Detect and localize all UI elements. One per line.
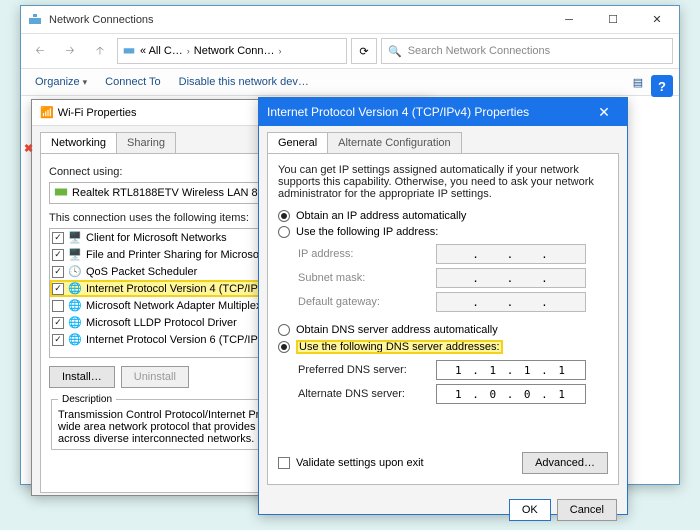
search-placeholder: Search Network Connections <box>408 45 550 57</box>
organize-menu[interactable]: Organize▾ <box>27 74 95 90</box>
validate-checkbox[interactable]: Validate settings upon exit <box>278 457 424 469</box>
chevron-right-icon: › <box>187 46 190 56</box>
tab-alternate[interactable]: Alternate Configuration <box>327 132 462 153</box>
checkbox-icon <box>278 457 290 469</box>
tabstrip: General Alternate Configuration <box>259 126 627 153</box>
tab-sharing[interactable]: Sharing <box>116 132 176 153</box>
protocol-icon: 🌐 <box>68 333 82 347</box>
checkbox[interactable]: ✓ <box>52 334 64 346</box>
radio-dns-auto[interactable]: Obtain DNS server address automatically <box>278 324 608 336</box>
network-icon <box>122 43 136 60</box>
close-button[interactable]: ✕ <box>635 6 679 34</box>
titlebar: Network Connections ─ ☐ ✕ <box>21 6 679 34</box>
help-button[interactable]: ? <box>651 75 673 97</box>
up-button[interactable]: 🡡 <box>87 38 113 64</box>
radio-icon <box>278 341 290 353</box>
preferred-dns-label: Preferred DNS server: <box>298 364 428 376</box>
window-title: Network Connections <box>49 14 547 26</box>
subnet-label: Subnet mask: <box>298 272 428 284</box>
dns-fields: Preferred DNS server: 1 . 1 . 1 . 1 Alter… <box>298 358 608 406</box>
protocol-icon: 🌐 <box>68 299 82 313</box>
subnet-input: . . . <box>436 268 586 288</box>
gateway-label: Default gateway: <box>298 296 428 308</box>
radio-dns-manual[interactable]: Use the following DNS server addresses: <box>278 340 608 354</box>
alternate-dns-input[interactable]: 1 . 0 . 0 . 1 <box>436 384 586 404</box>
client-icon: 🖥️ <box>68 231 82 245</box>
preferred-dns-input[interactable]: 1 . 1 . 1 . 1 <box>436 360 586 380</box>
bc-level1[interactable]: « All C… <box>140 45 183 57</box>
network-icon <box>27 12 43 28</box>
protocol-icon: 🌐 <box>68 282 82 296</box>
checkbox[interactable]: ✓ <box>52 317 64 329</box>
advanced-button[interactable]: Advanced… <box>522 452 608 474</box>
ip-address-label: IP address: <box>298 248 428 260</box>
checkbox[interactable]: ✓ <box>52 232 64 244</box>
bc-level2[interactable]: Network Conn… <box>194 45 275 57</box>
radio-ip-manual[interactable]: Use the following IP address: <box>278 226 608 238</box>
minimize-button[interactable]: ─ <box>547 6 591 34</box>
refresh-button[interactable]: ⟳ <box>351 38 377 64</box>
error-badge-icon: ✖ <box>24 142 38 158</box>
back-button[interactable]: 🡠 <box>27 38 53 64</box>
description-legend: Description <box>58 394 116 405</box>
toolbar: Organize▾ Connect To Disable this networ… <box>21 68 679 96</box>
breadcrumb[interactable]: « All C… › Network Conn… › <box>117 38 347 64</box>
adapter-icon <box>54 185 68 202</box>
checkbox[interactable]: ✓ <box>52 249 64 261</box>
checkbox[interactable]: ✓ <box>52 283 64 295</box>
ok-button[interactable]: OK <box>509 499 551 521</box>
wifi-icon: 📶 <box>40 106 54 119</box>
share-icon: 🖥️ <box>68 248 82 262</box>
dialog-title: Internet Protocol Version 4 (TCP/IPv4) P… <box>267 105 589 119</box>
chevron-right-icon: › <box>279 46 282 56</box>
tab-body: You can get IP settings assigned automat… <box>267 153 619 485</box>
adapter-name: Realtek RTL8188ETV Wireless LAN 802. <box>72 187 273 199</box>
cancel-button[interactable]: Cancel <box>557 499 617 521</box>
ip-address-input: . . . <box>436 244 586 264</box>
uninstall-button: Uninstall <box>121 366 189 388</box>
gateway-input: . . . <box>436 292 586 312</box>
radio-ip-auto[interactable]: Obtain an IP address automatically <box>278 210 608 222</box>
checkbox[interactable]: ✓ <box>52 266 64 278</box>
dialog-footer: OK Cancel <box>259 493 627 527</box>
checkbox[interactable] <box>52 300 64 312</box>
description-text: You can get IP settings assigned automat… <box>278 164 608 200</box>
search-icon: 🔍 <box>388 45 402 58</box>
radio-icon <box>278 210 290 222</box>
ip-fields: IP address: . . . Subnet mask: . . . Defau… <box>298 242 608 314</box>
protocol-icon: 🌐 <box>68 316 82 330</box>
radio-icon <box>278 226 290 238</box>
connect-to-menu[interactable]: Connect To <box>97 74 168 90</box>
disable-device-menu[interactable]: Disable this network dev… <box>171 74 317 90</box>
radio-icon <box>278 324 290 336</box>
view-icons-button[interactable]: ▤ <box>627 71 649 93</box>
qos-icon: 🕓 <box>68 265 82 279</box>
maximize-button[interactable]: ☐ <box>591 6 635 34</box>
close-button[interactable]: ✕ <box>589 104 619 121</box>
chevron-down-icon: ▾ <box>83 77 88 88</box>
tab-general[interactable]: General <box>267 132 328 153</box>
alternate-dns-label: Alternate DNS server: <box>298 388 428 400</box>
nav-bar: 🡠 🡢 🡡 « All C… › Network Conn… › ⟳ 🔍 Sea… <box>21 34 679 68</box>
search-input[interactable]: 🔍 Search Network Connections <box>381 38 673 64</box>
tab-networking[interactable]: Networking <box>40 132 117 153</box>
dialog-titlebar: Internet Protocol Version 4 (TCP/IPv4) P… <box>259 98 627 126</box>
forward-button[interactable]: 🡢 <box>57 38 83 64</box>
ipv4-properties-dialog: Internet Protocol Version 4 (TCP/IPv4) P… <box>258 97 628 515</box>
install-button[interactable]: Install… <box>49 366 115 388</box>
